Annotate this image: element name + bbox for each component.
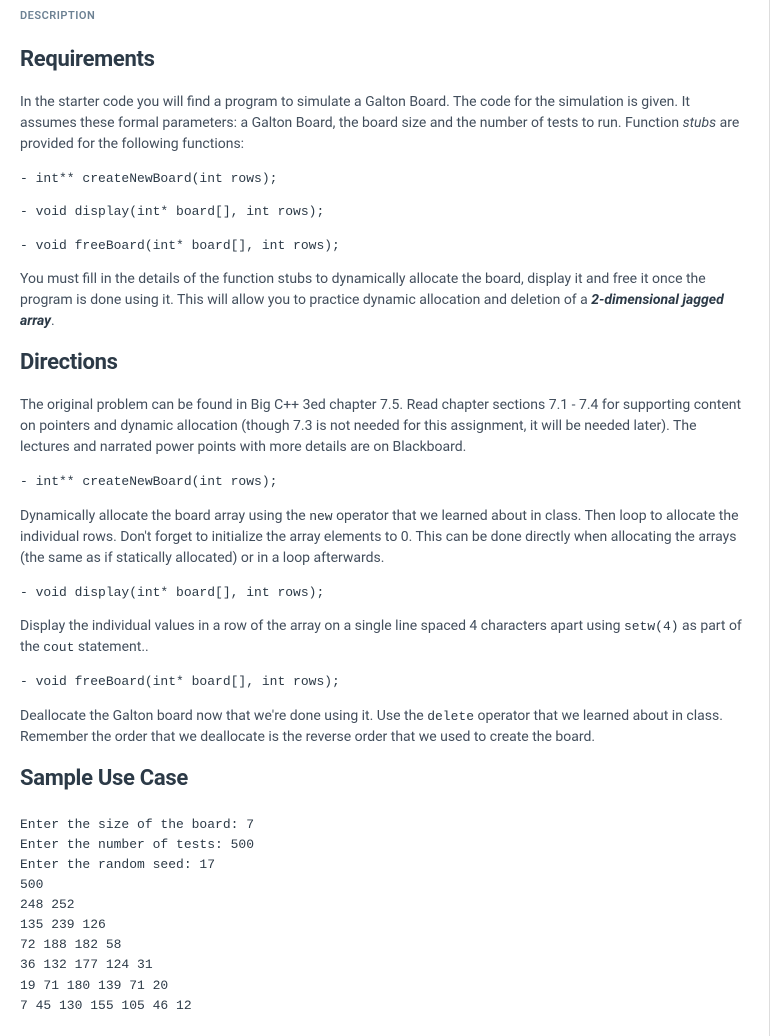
cout-keyword: cout [43, 640, 74, 655]
text: Dynamically allocate the board array usi… [20, 508, 309, 524]
code-display: - void display(int* board[], int rows); [20, 202, 749, 222]
text: Display the individual values in a row o… [20, 618, 624, 634]
text: . [51, 313, 55, 329]
requirements-intro: In the starter code you will find a prog… [20, 92, 749, 155]
setw-keyword: setw(4) [624, 619, 679, 634]
stubs-italic: stubs [683, 115, 717, 131]
heading-requirements: Requirements [20, 43, 749, 76]
directions-create: Dynamically allocate the board array usi… [20, 506, 749, 569]
delete-keyword: delete [427, 709, 474, 724]
sample-output: Enter the size of the board: 7 Enter the… [20, 815, 749, 1016]
code-createnewboard-2: - int** createNewBoard(int rows); [20, 472, 749, 492]
code-freeboard: - void freeBoard(int* board[], int rows)… [20, 236, 749, 256]
code-freeboard-2: - void freeBoard(int* board[], int rows)… [20, 672, 749, 692]
directions-free: Deallocate the Galton board now that we'… [20, 706, 749, 748]
text: In the starter code you will find a prog… [20, 94, 690, 131]
directions-intro: The original problem can be found in Big… [20, 395, 749, 458]
requirements-fill: You must fill in the details of the func… [20, 269, 749, 332]
section-label: DESCRIPTION [20, 8, 749, 25]
text: statement.. [74, 639, 148, 655]
heading-sample: Sample Use Case [20, 762, 749, 795]
directions-display: Display the individual values in a row o… [20, 616, 749, 658]
new-keyword: new [309, 509, 332, 524]
heading-directions: Directions [20, 346, 749, 379]
code-display-2: - void display(int* board[], int rows); [20, 583, 749, 603]
code-createnewboard: - int** createNewBoard(int rows); [20, 169, 749, 189]
text: Deallocate the Galton board now that we'… [20, 708, 427, 724]
